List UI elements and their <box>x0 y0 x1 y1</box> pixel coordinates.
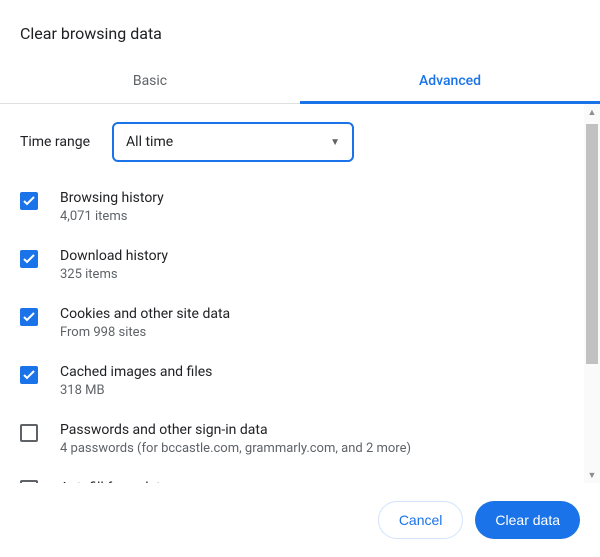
item-label: Cached images and files <box>60 364 212 380</box>
checkbox-download-history[interactable] <box>20 250 38 268</box>
item-label: Browsing history <box>60 190 164 206</box>
scrollbar[interactable]: ▲ ▼ <box>584 104 600 483</box>
list-item: Autofill form data <box>20 480 580 483</box>
list-item: Cached images and files 318 MB <box>20 364 580 398</box>
item-label: Download history <box>60 248 168 264</box>
checkmark-icon <box>23 370 35 380</box>
clear-data-button[interactable]: Clear data <box>475 501 580 539</box>
item-sub: 325 items <box>60 267 168 282</box>
tab-advanced[interactable]: Advanced <box>300 61 600 103</box>
item-sub: 318 MB <box>60 383 212 398</box>
footer: Cancel Clear data <box>0 483 600 557</box>
checkbox-passwords[interactable] <box>20 424 38 442</box>
list-item: Cookies and other site data From 998 sit… <box>20 306 580 340</box>
tabs: Basic Advanced <box>0 61 600 104</box>
dialog-title: Clear browsing data <box>0 0 600 61</box>
content: Time range All time ▼ Browsing history 4… <box>0 104 600 483</box>
list-item: Passwords and other sign-in data 4 passw… <box>20 422 580 456</box>
item-sub: From 998 sites <box>60 325 230 340</box>
scroll-down-icon[interactable]: ▼ <box>584 467 600 483</box>
timerange-select[interactable]: All time ▼ <box>112 122 354 162</box>
content-wrap: Time range All time ▼ Browsing history 4… <box>0 104 600 483</box>
checkmark-icon <box>23 196 35 206</box>
timerange-label: Time range <box>20 134 90 150</box>
cancel-button[interactable]: Cancel <box>378 501 464 539</box>
item-label: Cookies and other site data <box>60 306 230 322</box>
checkbox-browsing-history[interactable] <box>20 192 38 210</box>
chevron-down-icon: ▼ <box>330 137 340 148</box>
checkmark-icon <box>23 312 35 322</box>
item-label: Autofill form data <box>60 480 168 483</box>
timerange-select-value: All time <box>126 134 173 150</box>
item-sub: 4 passwords (for bccastle.com, grammarly… <box>60 441 411 456</box>
item-sub: 4,071 items <box>60 209 164 224</box>
timerange-row: Time range All time ▼ <box>20 122 580 162</box>
list-item: Download history 325 items <box>20 248 580 282</box>
checkmark-icon <box>23 254 35 264</box>
checkbox-cookies[interactable] <box>20 308 38 326</box>
scroll-up-icon[interactable]: ▲ <box>584 104 600 120</box>
scrollbar-thumb[interactable] <box>586 124 598 364</box>
tab-basic[interactable]: Basic <box>0 61 300 103</box>
item-label: Passwords and other sign-in data <box>60 422 411 438</box>
clear-browsing-data-dialog: Clear browsing data Basic Advanced Time … <box>0 0 600 557</box>
checkbox-cached-images[interactable] <box>20 366 38 384</box>
list-item: Browsing history 4,071 items <box>20 190 580 224</box>
checkbox-autofill[interactable] <box>20 480 38 483</box>
